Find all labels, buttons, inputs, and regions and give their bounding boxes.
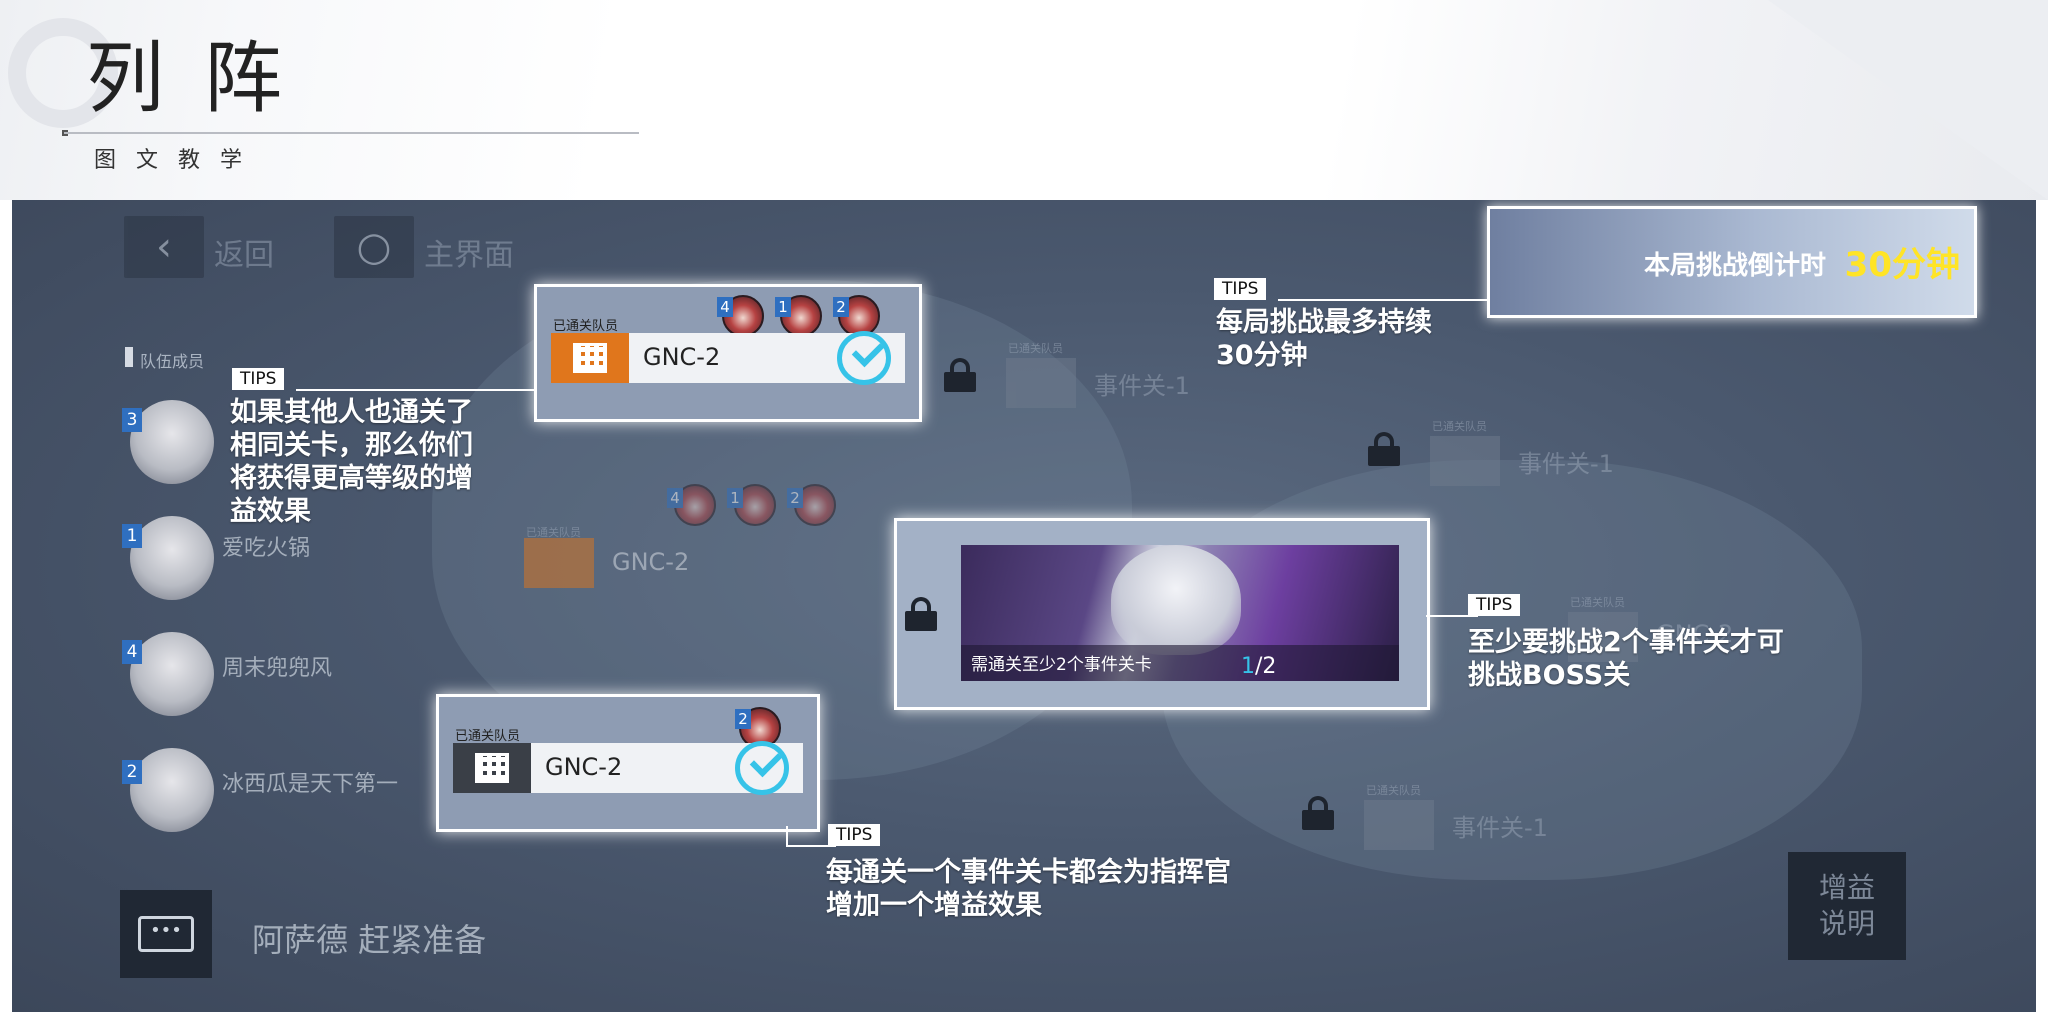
chat-icon: ••• [138, 916, 194, 952]
tips-line: 每通关一个事件关卡都会为指挥官 [826, 857, 1231, 888]
back-button[interactable]: ‹ [124, 216, 204, 278]
home-label: 主界面 [424, 238, 514, 273]
member-avatar[interactable] [130, 632, 214, 716]
member-rank-badge: 2 [122, 760, 142, 784]
node-caption: 已通关队员 [1570, 596, 1625, 609]
cleared-stage-card[interactable]: 2 已通关队员 GNC-2 [436, 694, 820, 832]
member-rank-badge: 4 [122, 640, 142, 664]
tips-line: 挑战BOSS关 [1468, 660, 1631, 691]
checkmark-icon [735, 741, 789, 795]
circle-icon: ○ [356, 224, 392, 270]
member-rank-badge: 1 [122, 524, 142, 548]
teammate-badge: 1 [727, 488, 743, 508]
stage-row: GNC-2 [453, 741, 803, 795]
buff-info-label-1: 增益 [1818, 871, 1875, 904]
tips-text-duration: 每局挑战最多持续 30分钟 [1216, 306, 1432, 372]
node-icon [1364, 800, 1434, 850]
chat-button[interactable]: ••• [120, 890, 212, 978]
boss-progress-total: /2 [1255, 654, 1277, 679]
title-divider [64, 132, 639, 134]
node-icon [524, 538, 594, 588]
header-decoration [1768, 0, 2048, 200]
tips-connector [296, 389, 536, 391]
tips-connector [1278, 299, 1488, 301]
node-caption: 已通关队员 [1432, 420, 1487, 433]
node-icon [1430, 436, 1500, 486]
page-subtitle: 图文教学 [94, 148, 263, 173]
checkmark-icon [837, 331, 891, 385]
node-label: GNC-2 [612, 548, 690, 576]
tips-line: 增加一个增益效果 [826, 890, 1042, 921]
teammate-badge: 2 [735, 709, 751, 729]
timer-value: 30分钟 [1844, 245, 1960, 285]
node-caption: 已通关队员 [1008, 342, 1063, 355]
tips-line: 相同关卡，那么你们 [230, 430, 473, 461]
member-avatar[interactable] [130, 516, 214, 600]
tips-text-buff: 每通关一个事件关卡都会为指挥官 增加一个增益效果 [826, 856, 1231, 922]
tips-line: 益效果 [230, 496, 311, 527]
tips-tag: TIPS [1468, 594, 1521, 616]
tips-line: 30分钟 [1216, 340, 1308, 371]
tips-line: 至少要挑战2个事件关才可 [1468, 627, 1784, 658]
node-icon [1006, 358, 1076, 408]
member-rank-badge: 3 [122, 408, 142, 432]
chevron-left-icon: ‹ [156, 224, 172, 270]
teammate-badge: 1 [775, 297, 791, 317]
stage-qr-icon [551, 333, 629, 383]
teammate-badge: 4 [717, 297, 733, 317]
team-header-marker [125, 347, 133, 367]
tips-line: 每局挑战最多持续 [1216, 307, 1432, 338]
boss-progress-current: 1 [1241, 654, 1255, 679]
tips-connector [786, 826, 788, 846]
node-label: 事件关-1 [1094, 372, 1190, 400]
event-node[interactable]: 4 1 2 已通关队员 GNC-2 [512, 484, 862, 598]
tips-line: 如果其他人也通关了 [230, 397, 473, 428]
stage-qr-icon [453, 743, 531, 793]
node-label: 事件关-1 [1452, 814, 1548, 842]
boss-requirement: 需通关至少2个事件关卡 [971, 655, 1152, 675]
cleared-caption: 已通关队员 [455, 729, 521, 744]
tips-tag: TIPS [828, 824, 881, 846]
lock-icon [944, 358, 976, 392]
boss-stage-card[interactable]: 需通关至少2个事件关卡 1/2 [894, 518, 1430, 710]
lock-icon [905, 597, 937, 631]
event-node[interactable]: 已通关队员 事件关-1 [1352, 784, 1692, 852]
stage-label: GNC-2 [545, 753, 623, 781]
node-caption: 已通关队员 [1366, 784, 1421, 797]
member-avatar[interactable] [130, 400, 214, 484]
member-name: 爱吃火锅 [222, 536, 311, 561]
teammate-badge: 4 [667, 488, 683, 508]
tips-tag: TIPS [1214, 278, 1267, 300]
chat-message: 阿萨德 赶紧准备 [252, 921, 487, 959]
node-label: 事件关-1 [1518, 450, 1614, 478]
member-avatar[interactable] [130, 748, 214, 832]
back-label: 返回 [214, 238, 274, 273]
buff-info-label-2: 说明 [1818, 907, 1875, 940]
tips-text-same-stage: 如果其他人也通关了 相同关卡，那么你们 将获得更高等级的增 益效果 [230, 396, 473, 528]
game-screenshot: ‹ 返回 ○ 主界面 队伍成员 3 1 爱吃火锅 4 周末兜兜风 2 冰西瓜是天… [12, 200, 2036, 1012]
buff-info-button[interactable]: 增益 说明 [1788, 852, 1906, 960]
challenge-timer: 本局挑战倒计时 30分钟 [1487, 206, 1977, 318]
team-header: 队伍成员 [140, 352, 205, 371]
lock-icon [1302, 796, 1334, 830]
cleared-stage-card[interactable]: 4 1 2 已通关队员 GNC-2 [534, 284, 922, 422]
stage-label: GNC-2 [643, 343, 721, 371]
event-node[interactable]: 已通关队员 事件关-1 [1418, 420, 1758, 488]
home-button[interactable]: ○ [334, 216, 414, 278]
tips-line: 将获得更高等级的增 [230, 463, 473, 494]
stage-row: GNC-2 [551, 331, 905, 385]
lock-icon [1368, 432, 1400, 466]
member-name: 冰西瓜是天下第一 [222, 772, 399, 797]
boss-portrait: 需通关至少2个事件关卡 1/2 [961, 545, 1399, 681]
boss-character-image [1111, 545, 1241, 655]
teammate-badge: 2 [833, 297, 849, 317]
boss-progress: 1/2 [1241, 654, 1276, 679]
page-title: 列阵 [86, 34, 323, 124]
tips-tag: TIPS [232, 368, 285, 390]
timer-label: 本局挑战倒计时 [1643, 251, 1826, 281]
member-name: 周末兜兜风 [222, 656, 333, 681]
cleared-caption: 已通关队员 [553, 319, 619, 334]
teammate-badge: 2 [787, 488, 803, 508]
tips-text-boss: 至少要挑战2个事件关才可 挑战BOSS关 [1468, 626, 1784, 692]
